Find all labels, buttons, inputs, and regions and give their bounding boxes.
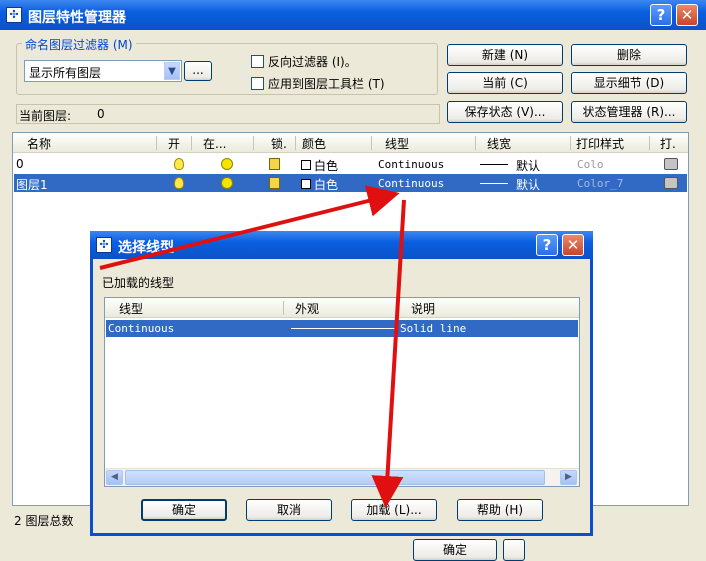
dialog-ok-button[interactable]: 确定: [141, 499, 227, 521]
linetype-name: Continuous: [108, 322, 175, 335]
layer-color[interactable]: 白色: [314, 176, 338, 193]
main-partial-button[interactable]: [503, 539, 525, 561]
main-ok-button[interactable]: 确定: [413, 539, 497, 561]
state-manager-button[interactable]: 状态管理器 (R)...: [571, 101, 687, 123]
set-current-button[interactable]: 当前 (C): [447, 72, 563, 94]
delete-layer-button[interactable]: 删除: [571, 44, 687, 66]
printer-icon[interactable]: [664, 177, 678, 189]
layer-name: 0: [16, 157, 24, 171]
window-titlebar[interactable]: ✣ 图层特性管理器 ? ✕: [0, 0, 706, 30]
col-linetype[interactable]: 线型: [119, 300, 143, 317]
col-freeze[interactable]: 在...: [203, 135, 226, 152]
linetype-appearance: [291, 328, 396, 329]
unlock-icon[interactable]: [269, 158, 280, 170]
linetype-list[interactable]: 线型 外观 说明 Continuous Solid line ◀ ▶: [104, 297, 580, 487]
current-layer-value: 0: [97, 107, 105, 121]
save-state-button[interactable]: 保存状态 (V)...: [447, 101, 563, 123]
scroll-thumb[interactable]: [125, 470, 545, 485]
lineweight-sample: [480, 164, 508, 165]
sun-thaw-icon[interactable]: [221, 158, 233, 170]
color-swatch[interactable]: [301, 179, 311, 189]
layer-color[interactable]: 白色: [314, 157, 338, 174]
linetype-description: Solid line: [400, 322, 467, 335]
horizontal-scrollbar[interactable]: ◀ ▶: [105, 468, 579, 486]
col-color[interactable]: 颜色: [302, 135, 326, 152]
current-layer-bar: 当前图层: 0: [16, 104, 440, 124]
close-button[interactable]: ✕: [676, 4, 698, 26]
invert-filter-label: 反向过滤器 (I)。: [268, 55, 357, 69]
layer-linetype[interactable]: Continuous: [378, 158, 444, 171]
col-lock[interactable]: 锁.: [271, 135, 287, 152]
invert-filter-checkbox[interactable]: [251, 55, 264, 68]
col-on[interactable]: 开: [168, 135, 180, 152]
app-icon: ✣: [6, 7, 22, 23]
list-item[interactable]: Continuous Solid line: [106, 320, 578, 337]
lightbulb-on-icon[interactable]: [174, 158, 184, 170]
new-layer-button[interactable]: 新建 (N): [447, 44, 563, 66]
load-linetype-button[interactable]: 加载 (L)...: [351, 499, 437, 521]
unlock-icon[interactable]: [269, 177, 280, 189]
layer-plot-style: Color_7: [577, 177, 624, 190]
color-swatch[interactable]: [301, 160, 311, 170]
loaded-linetypes-label: 已加载的线型: [102, 276, 175, 290]
dialog-titlebar[interactable]: ✣ 选择线型 ? ✕: [90, 231, 593, 259]
current-layer-label: 当前图层:: [19, 109, 72, 123]
layer-name: 图层1: [16, 178, 48, 192]
filter-browse-button[interactable]: ...: [184, 61, 212, 81]
col-lineweight[interactable]: 线宽: [487, 135, 511, 152]
dialog-close-button[interactable]: ✕: [562, 234, 584, 256]
table-row[interactable]: 图层1 白色 Continuous 默认 Color_7: [14, 174, 687, 192]
layer-plot-style: Colo: [577, 158, 604, 171]
col-description[interactable]: 说明: [411, 300, 435, 317]
layer-lineweight[interactable]: 默认: [516, 157, 540, 174]
help-button[interactable]: ?: [650, 4, 672, 26]
status-text: 2 图层总数: [14, 514, 74, 528]
dialog-app-icon: ✣: [96, 237, 112, 253]
chevron-down-icon[interactable]: ▼: [164, 62, 180, 80]
linetype-list-header: 线型 外观 说明: [105, 298, 579, 318]
window-title: 图层特性管理器: [28, 10, 126, 26]
lineweight-sample: [480, 183, 508, 184]
dialog-cancel-button[interactable]: 取消: [246, 499, 332, 521]
apply-toolbar-label: 应用到图层工具栏 (T): [268, 77, 385, 91]
layer-lineweight[interactable]: 默认: [516, 176, 540, 193]
filter-group-label: 命名图层过滤器 (M): [22, 36, 136, 53]
apply-toolbar-checkbox[interactable]: [251, 77, 264, 90]
col-name[interactable]: 名称: [27, 135, 51, 152]
printer-icon[interactable]: [664, 158, 678, 170]
dialog-title: 选择线型: [118, 240, 174, 256]
col-plot-style[interactable]: 打印样式: [576, 135, 624, 152]
dialog-help-text-button[interactable]: 帮助 (H): [457, 499, 543, 521]
select-linetype-dialog[interactable]: ✣ 选择线型 ? ✕ 已加载的线型 线型 外观 说明 Continuous So…: [90, 231, 593, 536]
filter-combobox[interactable]: 显示所有图层 ▼: [24, 60, 182, 82]
layer-table-header: 名称 开 在... 锁. 颜色 线型 线宽 打印样式 打.: [13, 133, 688, 153]
sun-thaw-icon[interactable]: [221, 177, 233, 189]
scroll-left-icon[interactable]: ◀: [106, 470, 123, 485]
col-appearance[interactable]: 外观: [295, 300, 319, 317]
table-row[interactable]: 0 白色 Continuous 默认 Colo: [14, 155, 687, 173]
dialog-help-button[interactable]: ?: [536, 234, 558, 256]
filter-selected-value: 显示所有图层: [29, 66, 102, 80]
show-details-button[interactable]: 显示细节 (D): [571, 72, 687, 94]
col-plot[interactable]: 打.: [660, 135, 676, 152]
col-linetype[interactable]: 线型: [385, 135, 409, 152]
layer-linetype[interactable]: Continuous: [378, 177, 444, 190]
lightbulb-on-icon[interactable]: [174, 177, 184, 189]
scroll-right-icon[interactable]: ▶: [560, 470, 577, 485]
